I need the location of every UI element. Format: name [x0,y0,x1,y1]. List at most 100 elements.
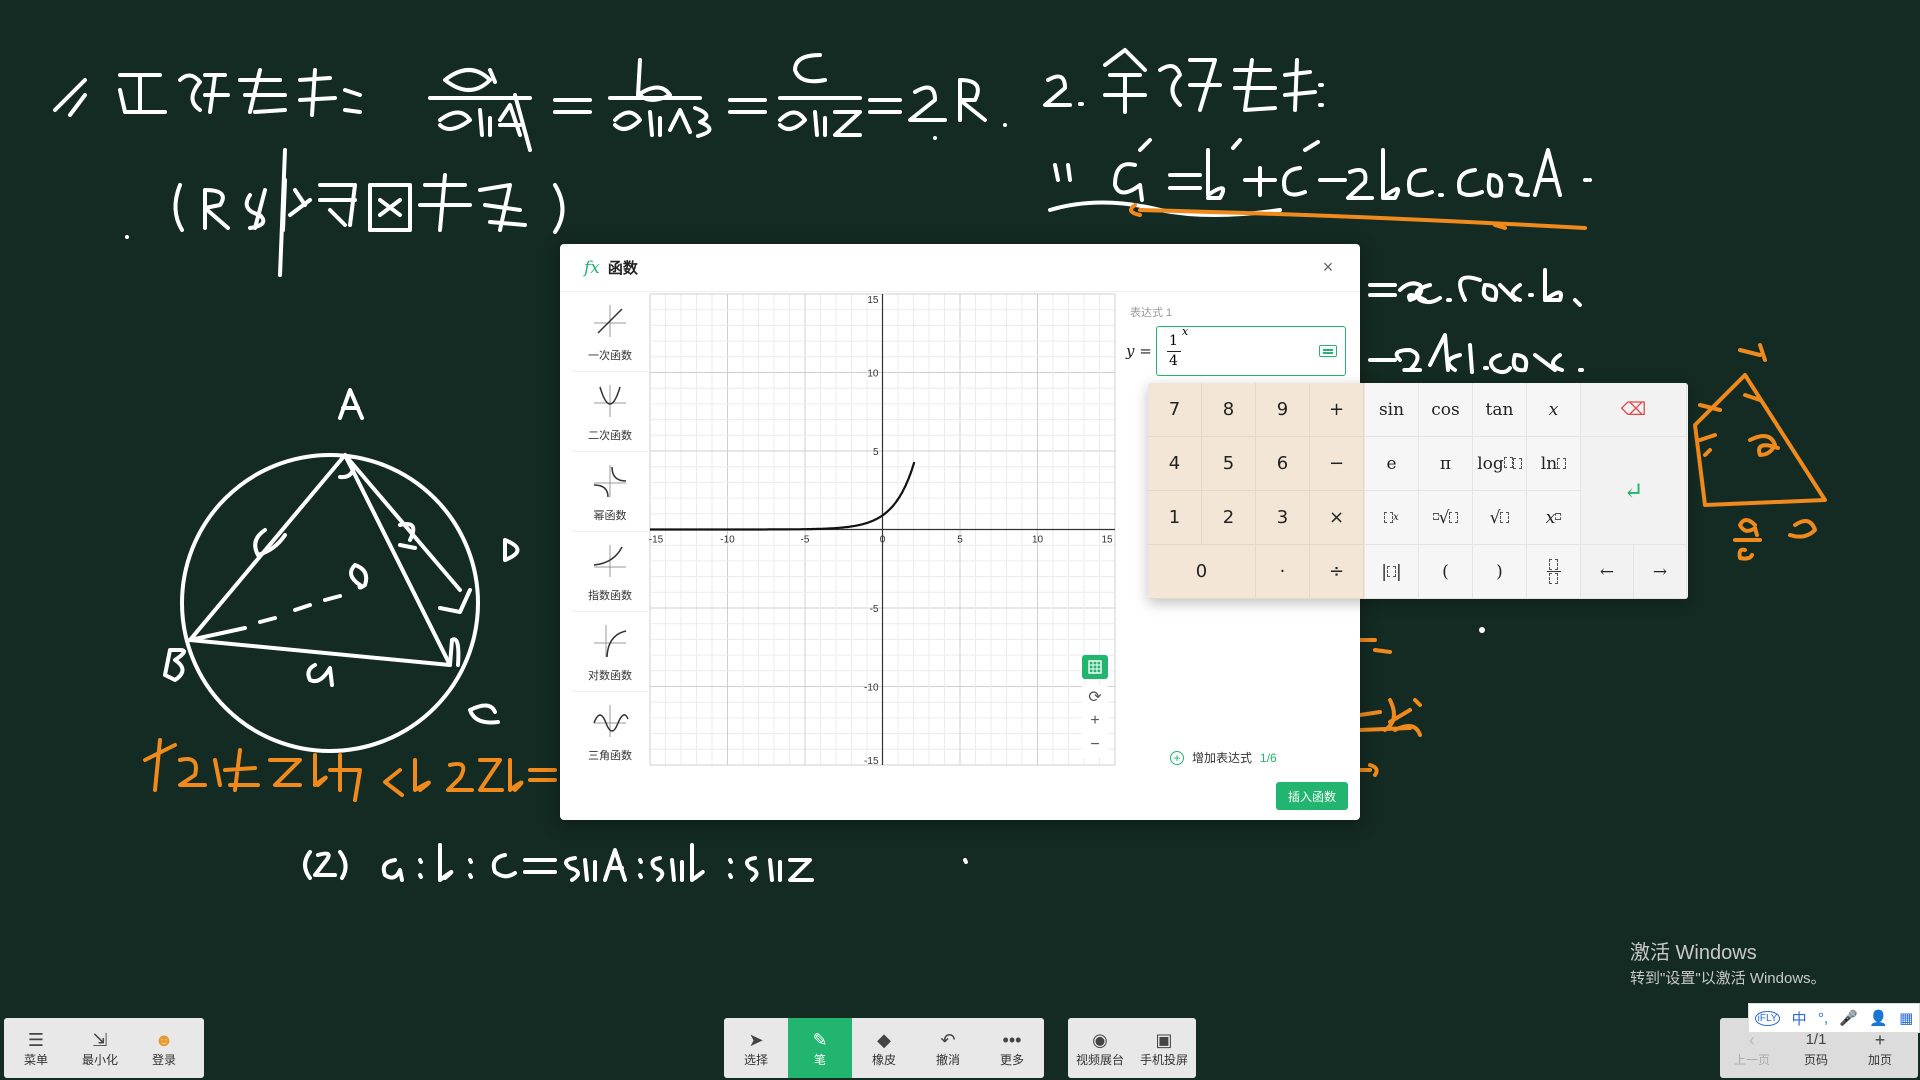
logarithmic-function-icon [594,624,627,657]
key-multiply[interactable]: × [1310,491,1364,545]
key-sqrt[interactable]: √ [1473,491,1527,545]
key-fraction[interactable] [1527,545,1581,599]
key-ln-label: ln [1540,453,1558,474]
close-button[interactable]: × [1318,257,1338,277]
login-avatar-icon: ☻ [154,1029,174,1050]
more-button[interactable]: ••• 更多 [980,1018,1044,1078]
function-type-linear[interactable]: 一次函数 [572,292,648,372]
key-nth-root[interactable]: √ [1419,491,1473,545]
key-minus[interactable]: − [1310,437,1364,491]
key-e[interactable]: e [1365,437,1419,491]
select-tool-button[interactable]: ➤ 选择 [724,1018,788,1078]
function-type-trig[interactable]: 三角函数 [572,692,648,772]
key-0[interactable]: 0 [1148,545,1256,599]
function-type-exponential[interactable]: 指数函数 [572,532,648,612]
ime-logo-icon[interactable]: iFLY [1754,1010,1781,1026]
function-type-logarithmic[interactable]: 对数函数 [572,612,648,692]
function-type-list: 一次函数 二次函数 幂函数 指数函数 对数函数 三角函数 [572,292,648,772]
linear-function-icon [594,304,626,337]
ime-chinese-mode[interactable]: 中 [1792,1008,1807,1029]
table-icon[interactable] [1082,655,1108,679]
function-type-label: 指数函数 [588,589,632,602]
key-log[interactable]: log [1473,437,1527,491]
quadratic-function-icon [594,384,626,417]
minimize-button[interactable]: ⇲ 最小化 [68,1018,132,1078]
eraser-label: 橡皮 [871,1052,896,1067]
fraction-numerator: 1 [1169,333,1178,349]
key-x[interactable]: x [1527,383,1581,437]
key-6[interactable]: 6 [1256,437,1310,491]
phone-cast-button[interactable]: ▣ 手机投屏 [1132,1018,1196,1078]
graph-tools: ⟳ + − [1082,655,1108,757]
key-divide[interactable]: ÷ [1310,545,1364,599]
reset-icon[interactable]: ⟳ [1082,685,1108,709]
expression-row: y = 1 4 x [1126,325,1356,378]
arrow-left-key[interactable]: ← [1581,545,1634,599]
key-pi[interactable]: π [1419,437,1473,491]
key-5[interactable]: 5 [1202,437,1256,491]
keyboard-icon[interactable] [1319,345,1337,357]
key-8[interactable]: 8 [1202,383,1256,437]
video-booth-icon: ◉ [1092,1029,1108,1050]
key-right-paren[interactable]: ) [1473,545,1527,599]
undo-button[interactable]: ↶ 撤消 [916,1018,980,1078]
key-2[interactable]: 2 [1202,491,1256,545]
video-booth-button[interactable]: ◉ 视频展台 [1068,1018,1132,1078]
backspace-key[interactable]: ⌫ [1581,383,1687,437]
function-type-label: 对数函数 [588,669,632,682]
key-ln[interactable]: ln [1527,437,1581,491]
key-7[interactable]: 7 [1148,383,1202,437]
login-button[interactable]: ☻ 登录 [132,1018,196,1078]
y-tick-label: 5 [873,447,879,458]
key-cos[interactable]: cos [1419,383,1473,437]
insert-function-button[interactable]: 插入函数 [1276,782,1348,810]
key-log-label: log [1477,453,1504,474]
function-graph[interactable]: -15 -10 -5 0 5 10 15 15 10 5 -5 -10 -15 [642,292,1122,768]
minimize-label: 最小化 [81,1052,118,1067]
taskbar-media: ◉ 视频展台 ▣ 手机投屏 [1068,1018,1196,1078]
watermark-subtitle: 转到"设置"以激活 Windows。 [1630,970,1826,987]
key-abs[interactable]: | | [1365,545,1419,599]
phone-cast-icon: ▣ [1155,1029,1173,1050]
select-cursor-icon: ➤ [748,1029,764,1050]
pen-tool-button[interactable]: ✎ 笔 [788,1018,852,1078]
expression-label: 表达式 1 [1130,307,1173,319]
zoom-out-icon[interactable]: − [1082,733,1108,757]
eraser-tool-button[interactable]: ◆ 橡皮 [852,1018,916,1078]
key-left-paren[interactable]: ( [1419,545,1473,599]
taskbar-center: ➤ 选择 ✎ 笔 ◆ 橡皮 ↶ 撤消 ••• 更多 [724,1018,1044,1078]
enter-key[interactable]: ↵ [1581,437,1687,545]
microphone-icon[interactable]: 🎤 [1839,1009,1858,1027]
key-9[interactable]: 9 [1256,383,1310,437]
menu-label: 菜单 [23,1052,48,1067]
video-booth-label: 视频展台 [1075,1052,1124,1067]
key-plus[interactable]: + [1310,383,1364,437]
add-expression-button[interactable]: + 增加表达式 1/6 [1170,749,1277,766]
y-tick-label: -5 [870,604,879,615]
pen-label: 笔 [813,1052,826,1067]
arrow-right-key[interactable]: → [1634,545,1687,599]
function-type-label: 三角函数 [588,750,632,762]
function-curve [650,461,916,531]
y-equals-label: y = [1126,342,1152,360]
key-x-power[interactable]: x [1527,491,1581,545]
key-4[interactable]: 4 [1148,437,1202,491]
ime-punctuation[interactable]: °, [1818,1010,1828,1027]
y-tick-label: 15 [867,295,879,306]
key-power-x[interactable]: x [1365,491,1419,545]
key-sin[interactable]: sin [1365,383,1419,437]
key-dot[interactable]: · [1256,545,1310,599]
apps-grid-icon[interactable]: ▦ [1899,1009,1913,1027]
user-icon[interactable]: 👤 [1869,1009,1888,1027]
menu-button[interactable]: ☰ 菜单 [4,1018,68,1078]
function-type-power[interactable]: 幂函数 [572,452,648,532]
zoom-in-icon[interactable]: + [1082,709,1108,733]
expression-input[interactable]: 1 4 x [1156,325,1346,376]
key-3[interactable]: 3 [1256,491,1310,545]
more-label: 更多 [999,1052,1024,1067]
key-1[interactable]: 1 [1148,491,1202,545]
key-tan[interactable]: tan [1473,383,1527,437]
function-type-quadratic[interactable]: 二次函数 [572,372,648,452]
exponent: x [1182,325,1189,338]
y-tick-label: 10 [867,369,879,380]
